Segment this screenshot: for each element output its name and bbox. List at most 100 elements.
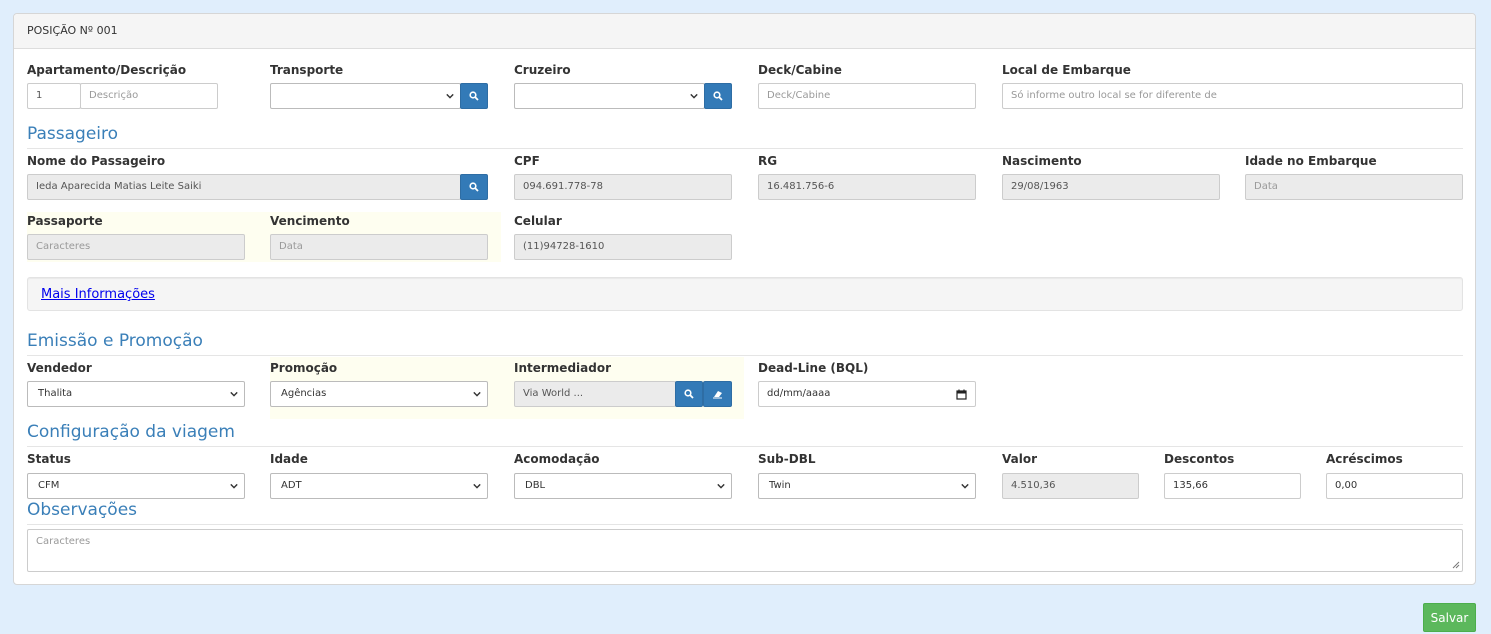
cpf-input[interactable]: 094.691.778-78: [514, 174, 732, 200]
descricao-input[interactable]: Descrição: [80, 83, 218, 109]
section-configuracao: Configuração da viagem: [27, 422, 235, 442]
promocao-label: Promoção: [270, 361, 338, 375]
divider: [27, 148, 1463, 149]
cruzeiro-search-button[interactable]: [704, 83, 732, 109]
deck-label: Deck/Cabine: [758, 63, 842, 77]
idade-embarque-label: Idade no Embarque: [1245, 154, 1377, 168]
vendedor-select[interactable]: Thalita: [27, 381, 245, 407]
passaporte-input[interactable]: Caracteres: [27, 234, 245, 260]
nascimento-input[interactable]: 29/08/1963: [1002, 174, 1220, 200]
local-label: Local de Embarque: [1002, 63, 1131, 77]
intermediador-input[interactable]: Via World ...: [514, 381, 676, 407]
search-icon: [469, 91, 479, 101]
transporte-select[interactable]: [270, 83, 461, 109]
idade-embarque-placeholder: Data: [1254, 181, 1278, 192]
passaporte-placeholder: Caracteres: [36, 241, 91, 252]
save-button[interactable]: Salvar: [1423, 603, 1476, 632]
acomodacao-select[interactable]: DBL: [514, 473, 732, 499]
search-icon: [469, 182, 479, 192]
vencimento-placeholder: Data: [279, 241, 303, 252]
eraser-icon: [713, 391, 722, 399]
valor-label: Valor: [1002, 452, 1038, 466]
acrescimos-value: 0,00: [1335, 480, 1358, 491]
section-emissao: Emissão e Promoção: [27, 331, 203, 351]
descricao-placeholder: Descrição: [89, 90, 139, 101]
panel-heading: POSIÇÃO Nº 001: [14, 14, 1475, 49]
divider: [27, 355, 1463, 356]
position-panel: POSIÇÃO Nº 001 Apartamento/Descrição 1 D…: [13, 13, 1476, 585]
chevron-down-icon: [473, 483, 481, 489]
rg-value: 16.481.756-6: [767, 181, 835, 192]
apartamento-label: Apartamento/Descrição: [27, 63, 187, 77]
mais-informacoes-well: Mais Informações: [27, 277, 1463, 311]
promocao-value: Agências: [281, 388, 327, 399]
passageiro-search-button[interactable]: [460, 174, 488, 200]
apartamento-value: 1: [36, 90, 43, 101]
cruzeiro-select[interactable]: [514, 83, 705, 109]
divider: [27, 446, 1463, 447]
idade-embarque-input[interactable]: Data: [1245, 174, 1463, 200]
observacoes-placeholder: Caracteres: [36, 536, 91, 547]
descontos-label: Descontos: [1164, 452, 1235, 466]
local-placeholder: Só informe outro local se for diferente …: [1011, 90, 1217, 101]
chevron-down-icon: [473, 391, 481, 397]
deck-placeholder: Deck/Cabine: [767, 90, 831, 101]
apartamento-input[interactable]: 1: [27, 83, 81, 109]
chevron-down-icon: [961, 483, 969, 489]
vendedor-label: Vendedor: [27, 361, 92, 375]
acomodacao-label: Acomodação: [514, 452, 600, 466]
intermediador-label: Intermediador: [514, 361, 611, 375]
deck-input[interactable]: Deck/Cabine: [758, 83, 976, 109]
idade-label: Idade: [270, 452, 308, 466]
nome-value: Ieda Aparecida Matias Leite Saiki: [36, 181, 202, 192]
local-input[interactable]: Só informe outro local se for diferente …: [1002, 83, 1463, 109]
acrescimos-input[interactable]: 0,00: [1326, 473, 1463, 499]
section-observacoes: Observações: [27, 500, 138, 520]
celular-input[interactable]: (11)94728-1610: [514, 234, 732, 260]
acrescimos-label: Acréscimos: [1326, 452, 1403, 466]
chevron-down-icon: [446, 93, 454, 99]
mais-informacoes-link[interactable]: Mais Informações: [41, 287, 155, 302]
vencimento-input[interactable]: Data: [270, 234, 488, 260]
rg-label: RG: [758, 154, 778, 168]
nome-input[interactable]: Ieda Aparecida Matias Leite Saiki: [27, 174, 461, 200]
celular-value: (11)94728-1610: [523, 241, 605, 252]
nascimento-value: 29/08/1963: [1011, 181, 1069, 192]
status-label: Status: [27, 452, 71, 466]
subdbl-label: Sub-DBL: [758, 452, 816, 466]
deadline-input[interactable]: dd/mm/aaaa: [758, 381, 976, 407]
subdbl-select[interactable]: Twin: [758, 473, 976, 499]
descontos-value: 135,66: [1173, 480, 1208, 491]
intermediador-clear-button[interactable]: [703, 381, 732, 407]
cpf-value: 094.691.778-78: [523, 181, 603, 192]
section-passageiro: Passageiro: [27, 124, 119, 144]
status-select[interactable]: CFM: [27, 473, 245, 499]
idade-select[interactable]: ADT: [270, 473, 488, 499]
deadline-label: Dead-Line (BQL): [758, 361, 869, 375]
intermediador-search-button[interactable]: [675, 381, 703, 407]
chevron-down-icon: [717, 483, 725, 489]
promocao-select[interactable]: Agências: [270, 381, 488, 407]
intermediador-value: Via World ...: [523, 388, 584, 399]
search-icon: [713, 91, 723, 101]
transporte-search-button[interactable]: [460, 83, 488, 109]
calendar-icon[interactable]: [956, 389, 967, 400]
resize-grip-icon[interactable]: [1452, 561, 1460, 569]
chevron-down-icon: [690, 93, 698, 99]
nome-label: Nome do Passageiro: [27, 154, 166, 168]
descontos-input[interactable]: 135,66: [1164, 473, 1301, 499]
cruzeiro-label: Cruzeiro: [514, 63, 571, 77]
valor-input[interactable]: 4.510,36: [1002, 473, 1139, 499]
transporte-label: Transporte: [270, 63, 344, 77]
subdbl-value: Twin: [769, 480, 791, 491]
rg-input[interactable]: 16.481.756-6: [758, 174, 976, 200]
deadline-value: dd/mm/aaaa: [767, 388, 831, 399]
status-value: CFM: [38, 480, 60, 491]
nascimento-label: Nascimento: [1002, 154, 1082, 168]
divider: [27, 524, 1463, 525]
vencimento-label: Vencimento: [270, 214, 350, 228]
observacoes-textarea[interactable]: Caracteres: [27, 529, 1463, 572]
idade-value: ADT: [281, 480, 302, 491]
celular-label: Celular: [514, 214, 562, 228]
vendedor-value: Thalita: [38, 388, 73, 399]
